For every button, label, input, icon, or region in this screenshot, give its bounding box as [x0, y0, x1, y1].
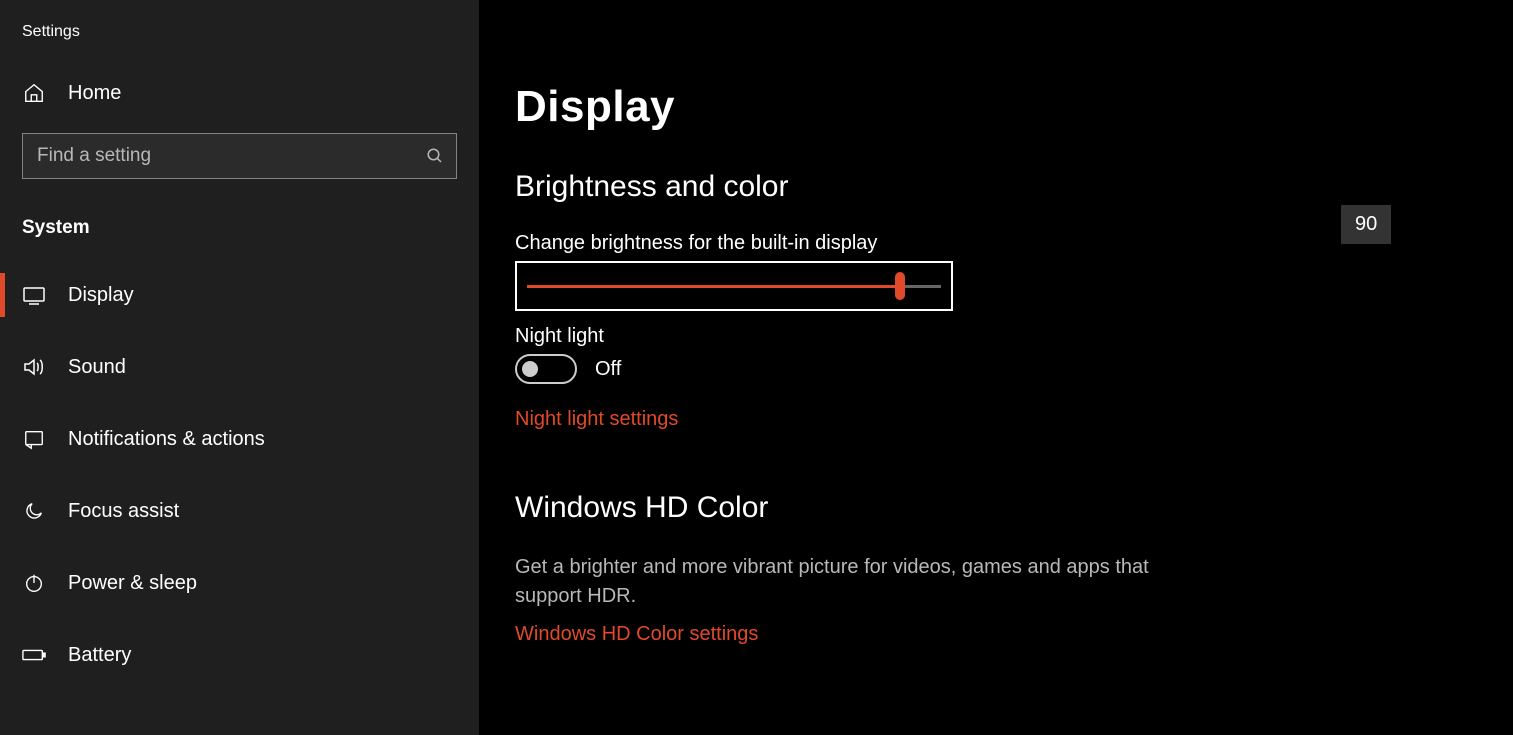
sidebar-item-label: Display — [68, 284, 134, 307]
brightness-slider[interactable] — [515, 261, 953, 311]
power-icon — [22, 571, 46, 595]
home-icon — [22, 81, 46, 105]
section-hdcolor-heading: Windows HD Color — [515, 491, 1473, 525]
hdcolor-description: Get a brighter and more vibrant picture … — [515, 553, 1205, 611]
sidebar-item-label: Focus assist — [68, 500, 179, 523]
sidebar-item-label: Battery — [68, 644, 131, 667]
sidebar-item-focus-assist[interactable]: Focus assist — [0, 483, 479, 539]
battery-icon — [22, 643, 46, 667]
sidebar-item-power-sleep[interactable]: Power & sleep — [0, 555, 479, 611]
toggle-state-label: Off — [595, 358, 621, 381]
search-icon — [426, 147, 444, 165]
sidebar-item-sound[interactable]: Sound — [0, 339, 479, 395]
slider-thumb[interactable] — [895, 272, 905, 300]
slider-track — [527, 285, 941, 288]
hdcolor-settings-link[interactable]: Windows HD Color settings — [515, 623, 758, 646]
sidebar-category: System — [0, 199, 479, 267]
sidebar-item-display[interactable]: Display — [0, 267, 479, 323]
sidebar-item-home[interactable]: Home — [0, 71, 479, 115]
sidebar-item-label: Power & sleep — [68, 572, 197, 595]
sidebar-item-label: Sound — [68, 356, 126, 379]
sidebar-item-label: Notifications & actions — [68, 428, 265, 451]
notifications-icon — [22, 427, 46, 451]
slider-tooltip: 90 — [1341, 205, 1391, 244]
search-box[interactable] — [22, 133, 457, 179]
brightness-label: Change brightness for the built-in displ… — [515, 232, 1473, 255]
page-title: Display — [515, 82, 1473, 132]
sidebar-item-notifications[interactable]: Notifications & actions — [0, 411, 479, 467]
content-area: Display Brightness and color Change brig… — [479, 0, 1513, 735]
night-light-toggle[interactable] — [515, 354, 577, 384]
display-icon — [22, 283, 46, 307]
sidebar: Settings Home System Display — [0, 0, 479, 735]
night-light-settings-link[interactable]: Night light settings — [515, 408, 678, 431]
sidebar-item-battery[interactable]: Battery — [0, 627, 479, 683]
section-brightness-heading: Brightness and color — [515, 170, 1473, 204]
slider-fill — [527, 285, 900, 288]
sound-icon — [22, 355, 46, 379]
toggle-knob — [522, 361, 538, 377]
app-title: Settings — [0, 15, 479, 71]
search-input[interactable] — [37, 145, 426, 167]
sidebar-item-label: Home — [68, 82, 121, 105]
focus-icon — [22, 499, 46, 523]
night-light-label: Night light — [515, 325, 1473, 348]
